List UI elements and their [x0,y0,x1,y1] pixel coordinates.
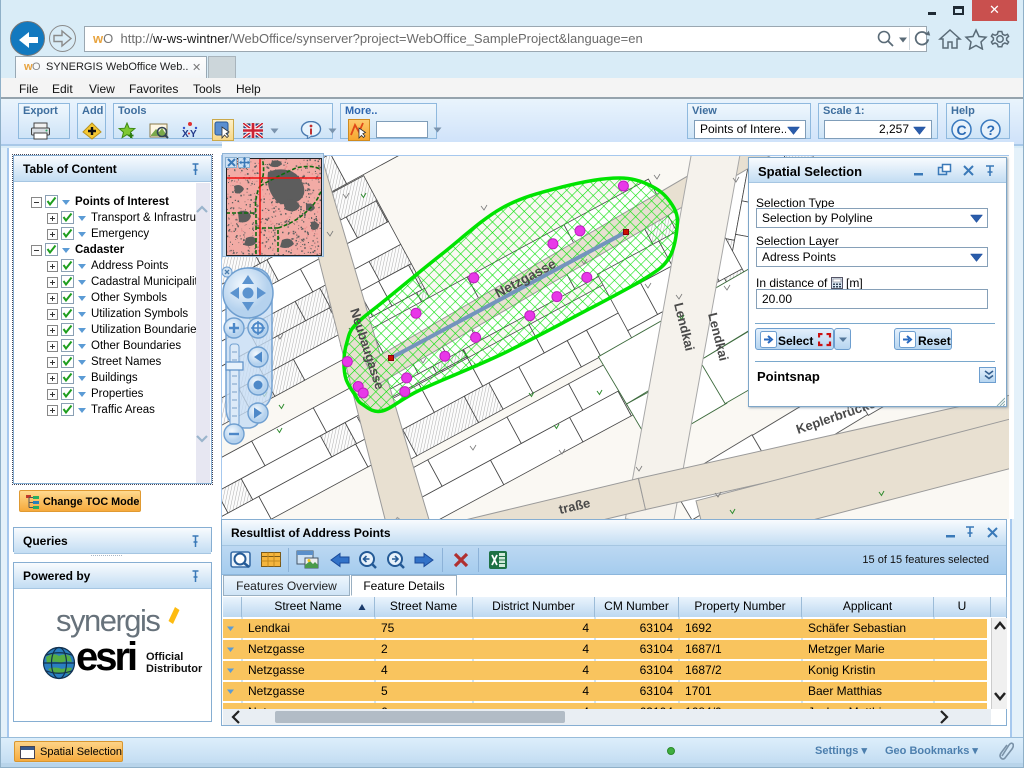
svg-text:?: ? [987,122,996,138]
svg-text:Y: Y [190,129,197,139]
svg-text:X: X [182,129,189,139]
svg-text:C: C [957,122,967,138]
